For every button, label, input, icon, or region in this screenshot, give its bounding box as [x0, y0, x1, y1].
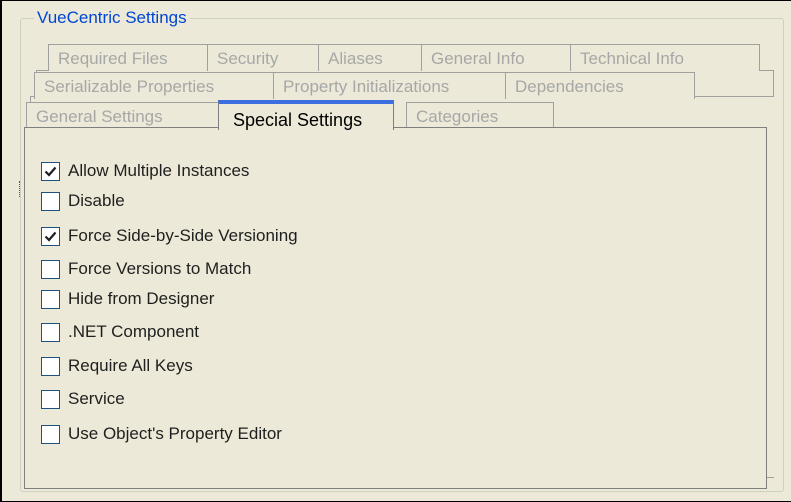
option-label: Disable [68, 191, 125, 210]
checkbox[interactable] [41, 322, 60, 342]
option-label: .NET Component [68, 322, 200, 341]
option-force-side-by-side-versioning[interactable]: Force Side-by-Side Versioning [41, 225, 298, 247]
tab-label: General Info [431, 49, 525, 68]
tab-label: General Settings [36, 107, 163, 126]
tab-label: Security [217, 49, 279, 68]
option-service[interactable]: Service [41, 388, 125, 410]
option-label: Force Versions to Match [68, 259, 252, 278]
tab-general-settings[interactable]: General Settings [26, 102, 230, 129]
tab-required-files[interactable]: Required Files [48, 44, 218, 71]
option-use-objects-property-editor[interactable]: Use Object's Property Editor [41, 423, 282, 445]
checkmark-icon [44, 166, 57, 177]
option-allow-multiple-instances[interactable]: Allow Multiple Instances [41, 160, 249, 182]
option-label: Require All Keys [68, 356, 193, 375]
focus-marker [19, 181, 21, 197]
option-net-component[interactable]: .NET Component [41, 321, 199, 343]
option-force-versions-to-match[interactable]: Force Versions to Match [41, 258, 251, 280]
option-label: Force Side-by-Side Versioning [68, 226, 298, 245]
option-disable[interactable]: Disable [41, 190, 125, 212]
tab-general-info[interactable]: General Info [421, 44, 581, 71]
checkbox[interactable] [41, 389, 60, 409]
checkbox[interactable] [41, 424, 60, 444]
tab-security[interactable]: Security [207, 44, 329, 71]
checkbox[interactable] [41, 226, 60, 246]
tab-label: Dependencies [515, 77, 624, 96]
tab-serializable-properties[interactable]: Serializable Properties [34, 72, 284, 99]
tab-label: Technical Info [580, 49, 684, 68]
tab-special-settings[interactable]: Special Settings [218, 100, 394, 130]
option-label: Allow Multiple Instances [68, 161, 250, 180]
checkbox[interactable] [41, 356, 60, 376]
checkmark-icon [44, 231, 57, 242]
tab-label: Serializable Properties [44, 77, 215, 96]
checkbox[interactable] [41, 191, 60, 211]
option-label: Service [68, 389, 125, 408]
tab-categories[interactable]: Categories [406, 102, 554, 129]
tab-label: Categories [416, 107, 499, 126]
option-require-all-keys[interactable]: Require All Keys [41, 355, 193, 377]
checkbox[interactable] [41, 259, 60, 279]
option-label: Use Object's Property Editor [68, 424, 282, 443]
tab-technical-info[interactable]: Technical Info [570, 44, 760, 71]
checkbox[interactable] [41, 289, 60, 309]
tab-label: Required Files [58, 49, 168, 68]
tab-label: Special Settings [233, 110, 363, 130]
tab-label: Aliases [328, 49, 383, 68]
tab-label: Property Initializations [283, 77, 450, 96]
checkbox[interactable] [41, 161, 60, 181]
tab-dependencies[interactable]: Dependencies [505, 72, 695, 99]
tab-property-initializations[interactable]: Property Initializations [273, 72, 516, 99]
groupbox-title: VueCentric Settings [34, 8, 190, 28]
option-label: Hide from Designer [68, 289, 215, 308]
option-hide-from-designer[interactable]: Hide from Designer [41, 288, 214, 310]
tab-aliases[interactable]: Aliases [318, 44, 432, 71]
